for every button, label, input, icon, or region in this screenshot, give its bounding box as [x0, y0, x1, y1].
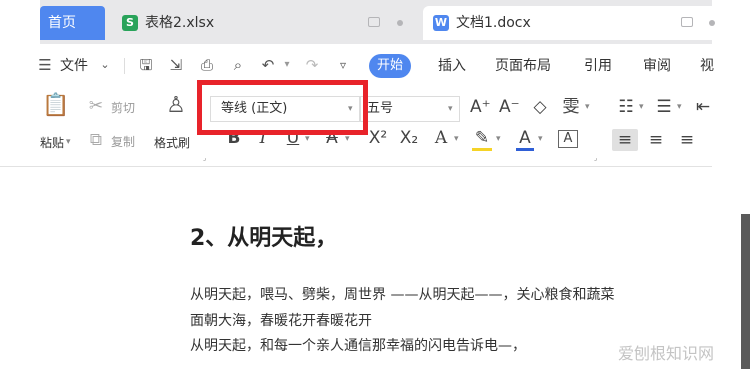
redo-icon[interactable]: ↷	[303, 56, 321, 74]
spreadsheet-icon: S	[122, 15, 138, 31]
indent-icon[interactable]: ⇤	[694, 97, 712, 117]
tab-document-label: 文档1.docx	[456, 15, 531, 31]
watermark: 爱刨根知识网	[618, 344, 715, 363]
vertical-scrollbar-thumb[interactable]	[741, 214, 750, 369]
bullet-list-icon[interactable]: ☷	[616, 97, 636, 117]
undo-dropdown-icon[interactable]: ▾	[278, 56, 296, 74]
tab-home[interactable]: 首页	[40, 6, 105, 40]
font-color-dropdown-icon[interactable]: ▾	[538, 134, 543, 144]
shrink-font-icon[interactable]: A⁻	[499, 97, 520, 117]
chevron-down-icon[interactable]: ⌄	[96, 56, 114, 74]
document-paragraph-line: 从明天起，喂马、劈柴，周世界 ——从明天起——，关心粮食和蔬菜	[190, 287, 615, 303]
format-painter-icon[interactable]: ♙	[163, 94, 189, 118]
hamburger-icon[interactable]: ☰	[36, 56, 54, 74]
document-paragraph-line: 面朝大海，春暖花开春暖花开	[190, 313, 372, 329]
text-effect-dropdown-icon[interactable]: ▾	[454, 134, 459, 144]
phonetic-dropdown-icon[interactable]: ▾	[585, 102, 590, 112]
font-group-launcher-icon[interactable]: ⌟	[594, 154, 597, 162]
bullet-list-dropdown-icon[interactable]: ▾	[639, 102, 644, 112]
annotation-highlight-box	[197, 80, 368, 135]
print-icon[interactable]: ⎙	[198, 56, 216, 74]
tab-review[interactable]: 审阅	[643, 44, 671, 88]
paste-label[interactable]: 粘贴	[40, 134, 64, 151]
tab-start[interactable]: 开始	[369, 54, 411, 78]
underline-dropdown-icon[interactable]: ▾	[305, 134, 310, 144]
tab-bar: 首页 S 表格2.xlsx W 文档1.docx	[40, 0, 750, 44]
tab-spreadsheet[interactable]: S 表格2.xlsx	[112, 6, 412, 40]
clipboard-group-launcher-icon[interactable]: ⌟	[203, 154, 206, 162]
chevron-down-icon[interactable]: ▾	[448, 97, 453, 121]
cut-label[interactable]: 剪切	[111, 99, 135, 116]
font-size-value: 五号	[367, 101, 394, 116]
monitor-icon[interactable]	[368, 17, 380, 27]
text-effect-icon[interactable]: A	[432, 128, 450, 148]
tab-spreadsheet-label: 表格2.xlsx	[145, 15, 215, 31]
subscript-icon[interactable]: X₂	[397, 128, 421, 148]
tab-view[interactable]: 视	[700, 44, 714, 88]
copy-label[interactable]: 复制	[111, 133, 135, 150]
export-pdf-icon[interactable]: ⇲	[167, 56, 185, 74]
print-preview-icon[interactable]: ⌕	[229, 56, 247, 74]
tab-page-layout[interactable]: 页面布局	[495, 44, 551, 88]
font-color-icon[interactable]: A	[516, 128, 534, 151]
undo-icon[interactable]: ↶	[259, 56, 277, 74]
grow-font-icon[interactable]: A⁺	[470, 97, 491, 117]
document-icon: W	[433, 15, 449, 31]
divider	[124, 58, 125, 74]
clear-format-icon[interactable]: ◇	[530, 97, 550, 117]
tab-insert[interactable]: 插入	[438, 44, 466, 88]
save-icon[interactable]: 🖫	[137, 56, 155, 74]
document-heading: 2、从明天起，	[190, 226, 338, 251]
character-border-icon[interactable]: A	[558, 130, 578, 148]
document-paragraph-line: 从明天起，和每一个亲人通信那幸福的闪电告诉电—，	[190, 338, 526, 354]
superscript-icon[interactable]: X²	[366, 128, 390, 148]
menu-file[interactable]: 文件	[60, 44, 88, 88]
highlighter-icon[interactable]: ✎	[472, 128, 492, 151]
format-painter-label[interactable]: 格式刷	[154, 134, 190, 151]
paste-dropdown-icon[interactable]: ▾	[66, 137, 71, 147]
align-left-icon[interactable]: ≡	[615, 130, 635, 150]
tab-references[interactable]: 引用	[584, 44, 612, 88]
status-dot-icon	[709, 20, 715, 26]
phonetic-guide-icon[interactable]: 雯	[560, 97, 582, 117]
monitor-icon[interactable]	[681, 17, 693, 27]
status-dot-icon	[397, 20, 403, 26]
paste-icon[interactable]: 📋	[42, 94, 69, 118]
tab-document[interactable]: W 文档1.docx	[423, 6, 750, 40]
font-size-select[interactable]: 五号 ▾	[360, 96, 460, 122]
highlighter-dropdown-icon[interactable]: ▾	[496, 134, 501, 144]
numbered-list-dropdown-icon[interactable]: ▾	[677, 102, 682, 112]
scissors-icon[interactable]: ✂	[86, 96, 106, 116]
align-right-icon[interactable]: ≡	[677, 130, 697, 150]
strikethrough-dropdown-icon[interactable]: ▾	[345, 134, 350, 144]
numbered-list-icon[interactable]: ☰	[654, 97, 674, 117]
align-center-icon[interactable]: ≡	[646, 130, 666, 150]
customize-toolbar-icon[interactable]: ▿	[334, 56, 352, 74]
copy-icon[interactable]: ⧉	[86, 130, 106, 150]
